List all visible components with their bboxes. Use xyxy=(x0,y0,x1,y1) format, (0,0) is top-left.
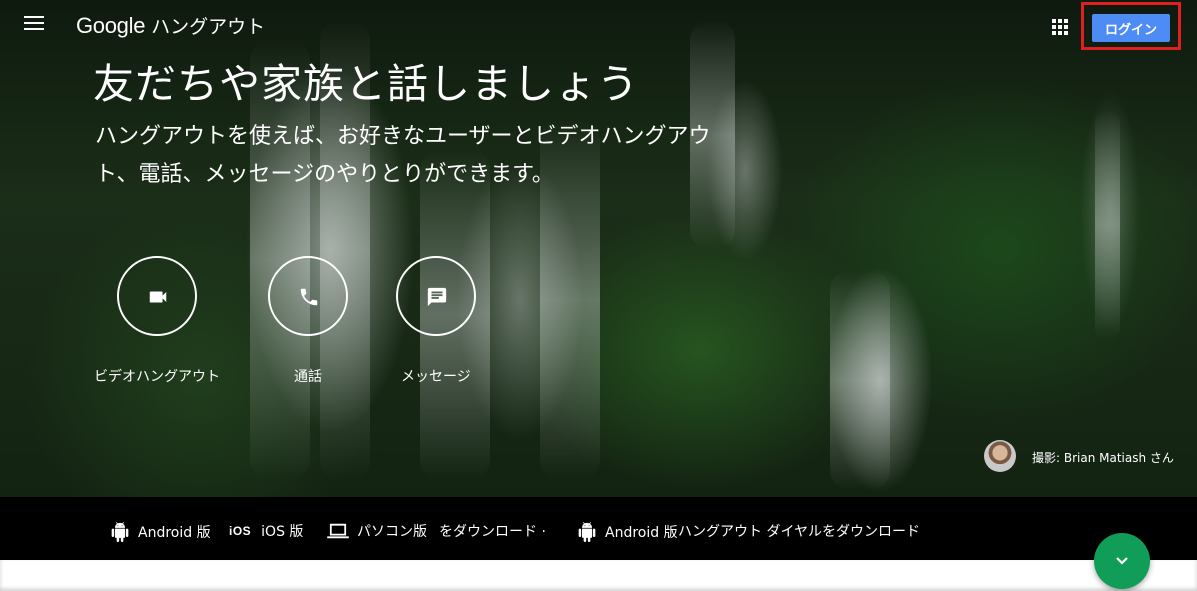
android-icon xyxy=(111,522,129,542)
photo-credit-text: 撮影: Brian Matiash さん xyxy=(1032,451,1174,465)
ios-download-label: iOS 版 xyxy=(261,524,304,540)
avatar xyxy=(984,440,1016,472)
android-download-link[interactable]: Android 版 xyxy=(110,521,211,543)
brand-google: Google xyxy=(76,13,146,38)
chevron-down-icon xyxy=(1116,557,1128,565)
top-bar: Google ハングアウト ログイン xyxy=(0,0,1197,52)
waterfall-streak xyxy=(830,270,890,490)
laptop-icon xyxy=(327,523,349,539)
hamburger-menu-icon[interactable] xyxy=(24,16,44,32)
message-icon xyxy=(427,287,447,307)
phone-icon xyxy=(300,288,318,306)
download-bar: Android 版 iOS iOS 版 パソコン版 をダウンロード · Andr… xyxy=(0,497,1197,560)
videocam-icon xyxy=(149,291,167,303)
scroll-down-button[interactable] xyxy=(1094,533,1150,589)
page-headline: 友だちや家族と話しましょう xyxy=(93,60,639,108)
dialer-android-link[interactable]: Android 版 xyxy=(577,521,678,543)
call-button[interactable] xyxy=(268,256,348,336)
video-hangout-button[interactable] xyxy=(117,256,197,336)
call-label: 通話 xyxy=(294,369,322,385)
pc-download-label: パソコン版 xyxy=(357,524,427,540)
message-button[interactable] xyxy=(396,256,476,336)
android-icon xyxy=(578,522,596,542)
video-hangout-label: ビデオハングアウト xyxy=(94,369,220,385)
brand-logo[interactable]: Google ハングアウト xyxy=(76,12,265,39)
apps-grid-icon[interactable] xyxy=(1052,19,1068,35)
brand-product: ハングアウト xyxy=(151,17,266,38)
ios-icon: iOS xyxy=(229,524,252,538)
page-subtitle: ハングアウトを使えば、お好きなユーザーとビデオハングアウト、電話、メッセージのや… xyxy=(95,124,711,187)
message-label: メッセージ xyxy=(401,369,471,385)
dialer-android-label: Android 版 xyxy=(605,525,678,541)
download-suffix: をダウンロード · xyxy=(439,524,546,540)
waterfall-streak xyxy=(1095,110,1120,340)
login-highlight: ログイン xyxy=(1081,2,1181,50)
dialer-download-label: ハングアウト ダイヤルをダウンロード xyxy=(678,524,921,540)
android-download-label: Android 版 xyxy=(138,525,211,541)
content-start xyxy=(0,560,1197,591)
login-button[interactable]: ログイン xyxy=(1092,14,1170,42)
ios-download-link[interactable]: iOS iOS 版 xyxy=(229,521,303,541)
pc-download-link[interactable]: パソコン版 xyxy=(327,521,427,541)
